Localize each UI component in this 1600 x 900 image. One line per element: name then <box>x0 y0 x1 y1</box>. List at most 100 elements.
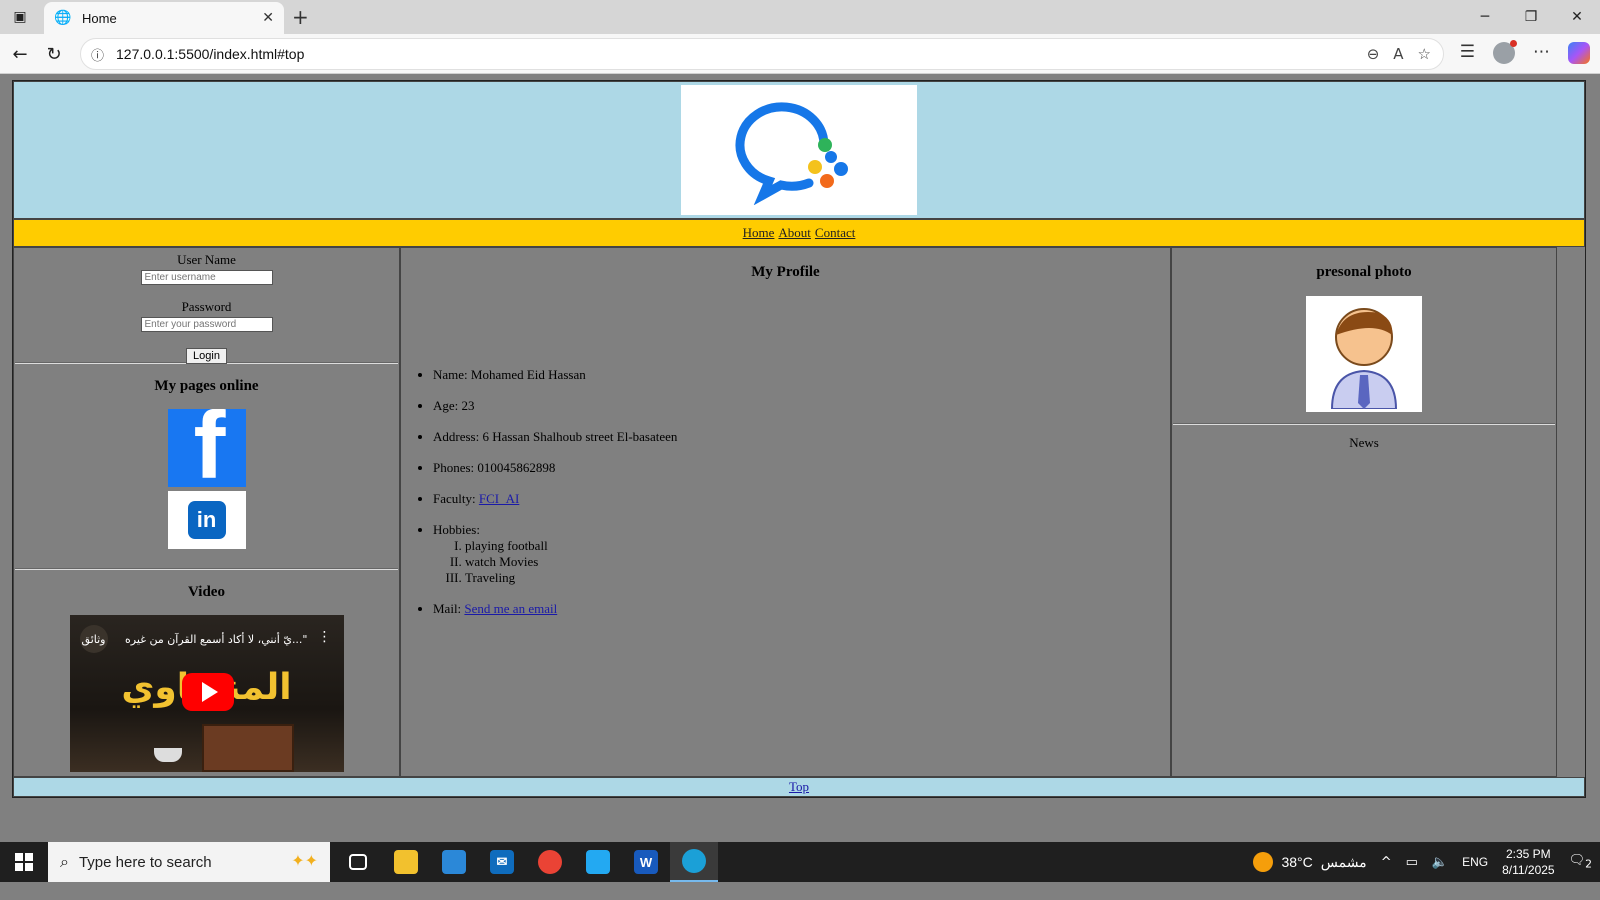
search-icon: ⌕ <box>60 852 69 871</box>
social-section: My pages online f in <box>14 364 399 568</box>
profile-section: My Profile Name: Mohamed Eid Hassan Age:… <box>401 248 1170 617</box>
password-input[interactable] <box>140 317 273 332</box>
close-tab-icon[interactable]: ✕ <box>262 10 274 26</box>
content-columns: User Name Password Login My pages online… <box>13 247 1585 777</box>
news-label: News <box>1349 435 1379 450</box>
volume-icon[interactable]: 🔈 <box>1432 855 1448 870</box>
logo <box>681 85 917 215</box>
time: 2:35 PM <box>1505 847 1551 861</box>
play-icon[interactable] <box>181 673 234 711</box>
url-text: 127.0.0.1:5500/index.html#top <box>116 46 305 62</box>
task-view-icon[interactable] <box>334 842 382 882</box>
facebook-icon[interactable]: f <box>167 409 246 487</box>
weather-widget[interactable]: 38°C مشمس <box>1253 852 1367 872</box>
file-explorer-icon[interactable] <box>382 842 430 882</box>
sparkle-icon: ✦✦ <box>291 851 318 870</box>
hobbies-list: playing football watch Movies Traveling <box>465 538 1170 586</box>
weather-temp: 38°C <box>1281 854 1313 870</box>
mail-label: Mail: <box>433 601 465 616</box>
cup-image <box>153 748 182 762</box>
language-indicator[interactable]: ENG <box>1462 855 1488 869</box>
profile-name: Name: Mohamed Eid Hassan <box>433 367 1170 383</box>
browser-tab[interactable]: 🌐 Home ✕ <box>44 2 284 34</box>
restore-icon[interactable]: ❐ <box>1508 0 1554 34</box>
read-aloud-icon[interactable]: A <box>1393 45 1403 63</box>
video-player[interactable]: وثائق "...يّ أنني، لا أكاد أسمع القرآن م… <box>69 615 344 772</box>
mail-icon[interactable]: ✉ <box>478 842 526 882</box>
radio-image <box>201 724 294 772</box>
globe-icon: 🌐 <box>54 10 72 26</box>
address-bar-row: ← ↻ ⓘ 127.0.0.1:5500/index.html#top ⊖ A … <box>0 34 1600 74</box>
personal-photo <box>1306 296 1422 412</box>
windows-taskbar: ⌕ Type here to search ✦✦ ✉ W 38°C مشمس ^… <box>0 842 1600 882</box>
page-layout: Home About Contact User Name Password Lo… <box>12 80 1586 798</box>
taskbar-search[interactable]: ⌕ Type here to search ✦✦ <box>48 842 330 882</box>
copilot-icon[interactable] <box>1568 42 1590 64</box>
faculty-link[interactable]: FCI_AI <box>479 491 519 506</box>
right-column: presonal photo News <box>1171 247 1557 777</box>
date: 8/11/2025 <box>1502 863 1555 877</box>
page-viewport: Home About Contact User Name Password Lo… <box>4 74 1594 842</box>
tab-actions-icon[interactable]: ▣ <box>8 6 32 28</box>
site-info-icon[interactable]: ⓘ <box>91 45 104 64</box>
nav-link-contact[interactable]: Contact <box>815 225 855 241</box>
chrome-icon[interactable] <box>526 842 574 882</box>
left-column: User Name Password Login My pages online… <box>13 247 400 777</box>
hobby-item: Traveling <box>465 570 1170 586</box>
password-label: Password <box>181 299 232 314</box>
username-input[interactable] <box>140 270 273 285</box>
profile-mail: Mail: Send me an email <box>433 601 1170 617</box>
favorites-icon[interactable]: ☰ <box>1460 42 1475 64</box>
profile-phones: Phones: 010045862898 <box>433 460 1170 476</box>
username-label: User Name <box>177 252 236 267</box>
video-section: Video وثائق "...يّ أنني، لا أكاد أسمع ال… <box>14 570 399 772</box>
minimize-icon[interactable]: ─ <box>1462 0 1508 34</box>
nav-link-about[interactable]: About <box>778 225 811 241</box>
more-menu-icon[interactable]: ⋯ <box>1533 42 1550 64</box>
profile-faculty: Faculty: FCI_AI <box>433 491 1170 507</box>
profile-age: Age: 23 <box>433 398 1170 414</box>
profile-avatar-icon[interactable] <box>1493 40 1517 64</box>
chat-logo-icon <box>735 102 848 205</box>
system-tray: 38°C مشمس ^ ▭ 🔈 ENG 2:35 PM 8/11/2025 🗨2 <box>1253 842 1600 882</box>
login-form: User Name Password Login <box>14 248 399 364</box>
network-icon[interactable]: ▭ <box>1406 855 1418 870</box>
sun-icon <box>1253 852 1274 872</box>
edge-icon[interactable] <box>670 842 718 882</box>
linkedin-icon[interactable]: in <box>167 491 246 549</box>
login-button[interactable]: Login <box>186 348 227 364</box>
hobbies-label: Hobbies: <box>433 522 480 537</box>
video-title: Video <box>188 584 225 600</box>
vscode-icon[interactable] <box>574 842 622 882</box>
word-icon[interactable]: W <box>622 842 670 882</box>
url-field[interactable]: ⓘ 127.0.0.1:5500/index.html#top ⊖ A ☆ <box>80 38 1444 70</box>
window-controls: ─ ❐ ✕ <box>1462 0 1600 34</box>
start-icon[interactable] <box>0 842 48 882</box>
close-window-icon[interactable]: ✕ <box>1554 0 1600 34</box>
favorite-star-icon[interactable]: ☆ <box>1418 45 1431 63</box>
tab-title: Home <box>82 10 117 26</box>
video-caption: "...يّ أنني، لا أكاد أسمع القرآن من غيره <box>125 633 308 646</box>
zoom-icon[interactable]: ⊖ <box>1367 45 1380 63</box>
taskbar-search-placeholder: Type here to search <box>78 853 212 871</box>
video-menu-icon[interactable]: ⋮ <box>318 629 332 645</box>
photo-section: presonal photo <box>1172 248 1556 423</box>
nav-bar: Home About Contact <box>13 219 1585 247</box>
page-header <box>13 81 1585 219</box>
faculty-label: Faculty: <box>433 491 479 506</box>
clock[interactable]: 2:35 PM 8/11/2025 <box>1502 846 1555 878</box>
chevron-up-icon[interactable]: ^ <box>1381 855 1392 870</box>
mail-link[interactable]: Send me an email <box>464 601 557 616</box>
hobby-item: watch Movies <box>465 554 1170 570</box>
hobby-item: playing football <box>465 538 1170 554</box>
notification-icon[interactable]: 🗨2 <box>1569 853 1592 871</box>
channel-avatar: وثائق <box>79 625 108 653</box>
nav-link-home[interactable]: Home <box>743 225 775 241</box>
refresh-icon[interactable]: ↻ <box>42 42 66 66</box>
back-icon[interactable]: ← <box>8 42 32 66</box>
top-link[interactable]: Top <box>789 779 809 795</box>
middle-column: My Profile Name: Mohamed Eid Hassan Age:… <box>400 247 1171 777</box>
new-tab-icon[interactable]: + <box>292 5 309 29</box>
page-footer: Top <box>13 777 1585 797</box>
store-icon[interactable] <box>430 842 478 882</box>
